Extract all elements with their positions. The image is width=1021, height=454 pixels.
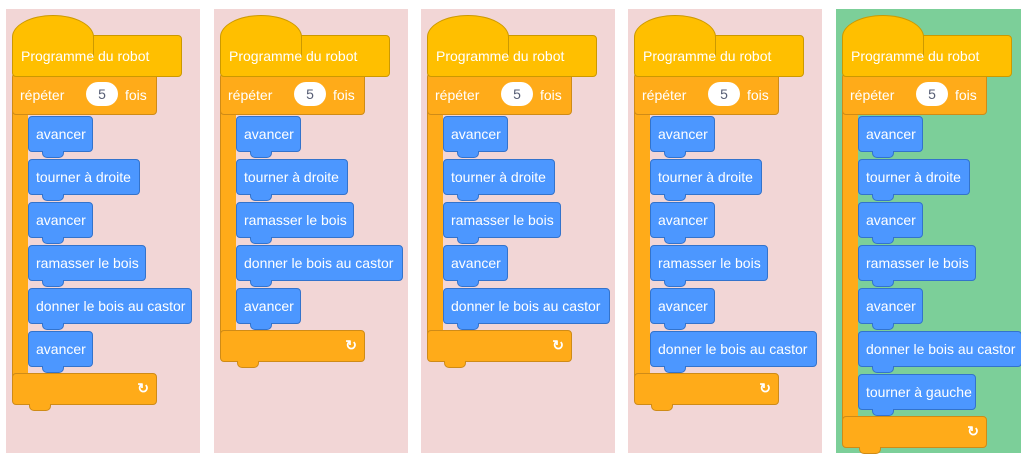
repeat-loop-arm [842, 109, 858, 420]
repeat-prefix-label: répéter [850, 87, 895, 103]
command-block[interactable]: donner le bois au castor [236, 245, 403, 287]
hat-block-label: Programme du robot [851, 48, 980, 64]
hat-block-label: Programme du robot [643, 48, 772, 64]
repeat-count-input[interactable]: 5 [916, 82, 948, 106]
command-block[interactable]: tourner à droite [858, 159, 970, 201]
repeat-loop-end: ↻ [427, 330, 572, 368]
command-block[interactable]: avancer [236, 116, 301, 158]
command-block[interactable]: avancer [650, 288, 715, 330]
loop-arrow-icon: ↻ [967, 423, 979, 439]
command-block[interactable]: ramasser le bois [28, 245, 146, 287]
when-program-hat-block[interactable]: Programme du robot [842, 15, 1012, 77]
repeat-loop-block[interactable]: répéter 5 fois [220, 73, 365, 115]
repeat-loop-end: ↻ [634, 373, 779, 411]
repeat-loop-arm [220, 109, 236, 334]
command-block[interactable]: tourner à droite [28, 159, 140, 201]
command-block[interactable]: avancer [443, 245, 508, 287]
command-block[interactable]: avancer [858, 116, 923, 158]
repeat-loop-arm [634, 109, 650, 377]
program-panel-4: Programme du robot répéter 5 fois avancer tou… [628, 9, 822, 453]
repeat-prefix-label: répéter [642, 87, 687, 103]
command-block[interactable]: avancer [236, 288, 301, 330]
loop-arrow-icon: ↻ [137, 380, 149, 396]
repeat-loop-end: ↻ [12, 373, 157, 411]
loop-arrow-icon: ↻ [759, 380, 771, 396]
command-block[interactable]: avancer [443, 116, 508, 158]
command-block[interactable]: avancer [858, 202, 923, 244]
repeat-count-input[interactable]: 5 [294, 82, 326, 106]
repeat-loop-arm [427, 109, 443, 334]
command-block[interactable]: avancer [858, 288, 923, 330]
command-block[interactable]: tourner à droite [236, 159, 348, 201]
repeat-prefix-label: répéter [20, 87, 65, 103]
command-block[interactable]: avancer [28, 116, 93, 158]
command-block[interactable]: donner le bois au castor [650, 331, 817, 373]
command-block[interactable]: donner le bois au castor [443, 288, 610, 330]
repeat-loop-block[interactable]: répéter 5 fois [12, 73, 157, 115]
loop-arrow-icon: ↻ [552, 337, 564, 353]
program-panel-3: Programme du robot répéter 5 fois avancer tou… [421, 9, 615, 453]
repeat-loop-block[interactable]: répéter 5 fois [842, 73, 987, 115]
command-block[interactable]: ramasser le bois [650, 245, 768, 287]
repeat-suffix-label: fois [540, 87, 562, 103]
command-block[interactable]: donner le bois au castor [28, 288, 192, 330]
command-block[interactable]: avancer [28, 202, 93, 244]
when-program-hat-block[interactable]: Programme du robot [634, 15, 804, 77]
program-panel-5: Programme du robot répéter 5 fois avancer tou… [836, 9, 1021, 454]
program-panel-1: Programme du robot répéter 5 fois avancer tou… [6, 9, 200, 453]
repeat-count-input[interactable]: 5 [501, 82, 533, 106]
command-block[interactable]: tourner à droite [443, 159, 555, 201]
repeat-loop-end: ↻ [842, 416, 987, 454]
repeat-count-input[interactable]: 5 [86, 82, 118, 106]
command-block[interactable]: ramasser le bois [443, 202, 561, 244]
command-block[interactable]: ramasser le bois [236, 202, 354, 244]
hat-block-label: Programme du robot [229, 48, 358, 64]
repeat-prefix-label: répéter [228, 87, 273, 103]
command-block[interactable]: ramasser le bois [858, 245, 976, 287]
command-block[interactable]: avancer [650, 202, 715, 244]
when-program-hat-block[interactable]: Programme du robot [427, 15, 597, 77]
hat-block-label: Programme du robot [21, 48, 150, 64]
command-block[interactable]: tourner à gauche [858, 374, 976, 416]
repeat-suffix-label: fois [333, 87, 355, 103]
command-block[interactable]: tourner à droite [650, 159, 762, 201]
repeat-prefix-label: répéter [435, 87, 480, 103]
command-block[interactable]: donner le bois au castor [858, 331, 1021, 373]
program-panel-2: Programme du robot répéter 5 fois avancer tou… [214, 9, 408, 453]
repeat-count-input[interactable]: 5 [708, 82, 740, 106]
repeat-suffix-label: fois [747, 87, 769, 103]
repeat-loop-block[interactable]: répéter 5 fois [634, 73, 779, 115]
repeat-suffix-label: fois [125, 87, 147, 103]
command-block[interactable]: avancer [28, 331, 93, 373]
when-program-hat-block[interactable]: Programme du robot [12, 15, 182, 77]
command-block[interactable]: avancer [650, 116, 715, 158]
hat-block-label: Programme du robot [436, 48, 565, 64]
repeat-loop-end: ↻ [220, 330, 365, 368]
repeat-loop-arm [12, 109, 28, 377]
repeat-suffix-label: fois [955, 87, 977, 103]
when-program-hat-block[interactable]: Programme du robot [220, 15, 390, 77]
repeat-loop-block[interactable]: répéter 5 fois [427, 73, 572, 115]
loop-arrow-icon: ↻ [345, 337, 357, 353]
